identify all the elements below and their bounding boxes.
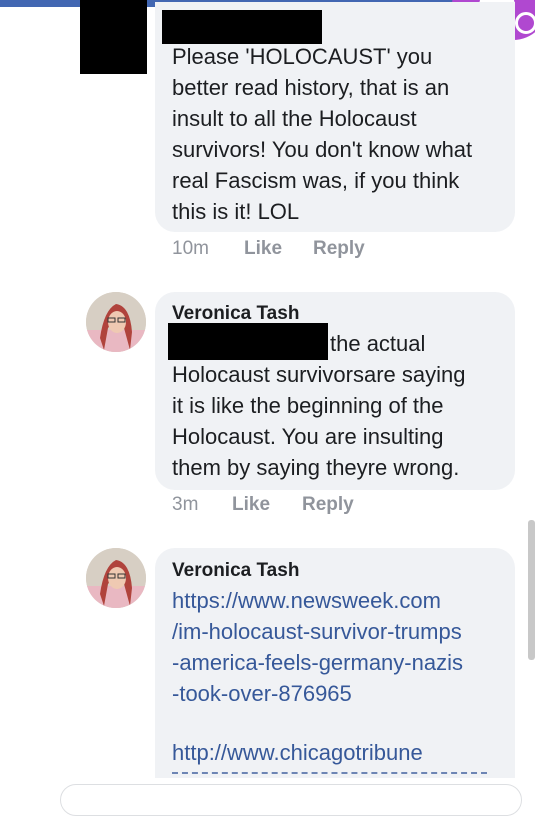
comment-text: the actual Holocaust survivorsare saying… xyxy=(172,331,466,480)
comment-composer[interactable] xyxy=(60,784,522,816)
redacted-avatar xyxy=(80,0,147,74)
newsweek-link[interactable]: https://www.newsweek.com /im-holocaust-s… xyxy=(172,585,512,709)
comment-author[interactable]: Veronica Tash xyxy=(172,303,299,325)
scrollbar[interactable] xyxy=(528,520,535,660)
comment-text: Please 'HOLOCAUST' you better read histo… xyxy=(172,44,473,224)
profile-avatar[interactable] xyxy=(86,548,146,608)
comment-timestamp: 3m xyxy=(172,494,199,515)
comment-timestamp: 10m xyxy=(172,238,209,259)
chicagotribune-link[interactable]: http://www.chicagotribune xyxy=(172,737,512,768)
redacted-author-name xyxy=(162,10,322,44)
like-button[interactable]: Like xyxy=(232,494,270,516)
reply-button[interactable]: Reply xyxy=(302,494,354,516)
reply-button[interactable]: Reply xyxy=(313,238,365,260)
like-button[interactable]: Like xyxy=(244,238,282,260)
profile-avatar[interactable] xyxy=(86,292,146,352)
chat-head-badge xyxy=(515,12,535,34)
avatar-image xyxy=(86,292,146,352)
comment-author[interactable]: Veronica Tash xyxy=(172,560,299,582)
avatar-image xyxy=(86,548,146,608)
